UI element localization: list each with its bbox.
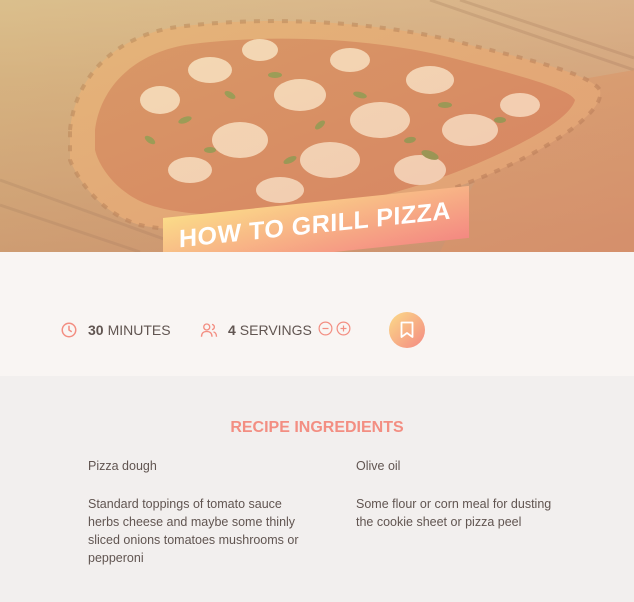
servings: 4 servings (200, 321, 312, 339)
servings-value: 4 (228, 322, 236, 338)
minus-circle-icon[interactable] (318, 321, 333, 336)
cooking-time-value: 30 (88, 322, 104, 338)
ingredient-item: Pizza dough (88, 459, 157, 473)
ingredients-heading: Recipe ingredients (230, 419, 404, 436)
ingredient-item: Standard toppings of tomato sauce herbs … (88, 497, 299, 565)
clock-icon (61, 322, 77, 338)
users-icon (200, 323, 218, 337)
cooking-time: 30 minutes (60, 321, 171, 339)
plus-circle-icon[interactable] (336, 321, 351, 336)
bookmark-button[interactable] (389, 312, 425, 348)
ingredient-item: Olive oil (356, 459, 401, 473)
servings-controls (318, 321, 351, 336)
servings-unit: servings (239, 322, 312, 338)
ingredients-section: Recipe ingredients Pizza dough Olive oil… (0, 376, 634, 602)
cooking-time-unit: minutes (107, 322, 171, 338)
recipe-details: 30 minutes 4 servings (0, 252, 634, 376)
bookmark-icon (400, 321, 414, 338)
ingredient-item: Some flour or corn meal for dusting the … (356, 497, 552, 529)
